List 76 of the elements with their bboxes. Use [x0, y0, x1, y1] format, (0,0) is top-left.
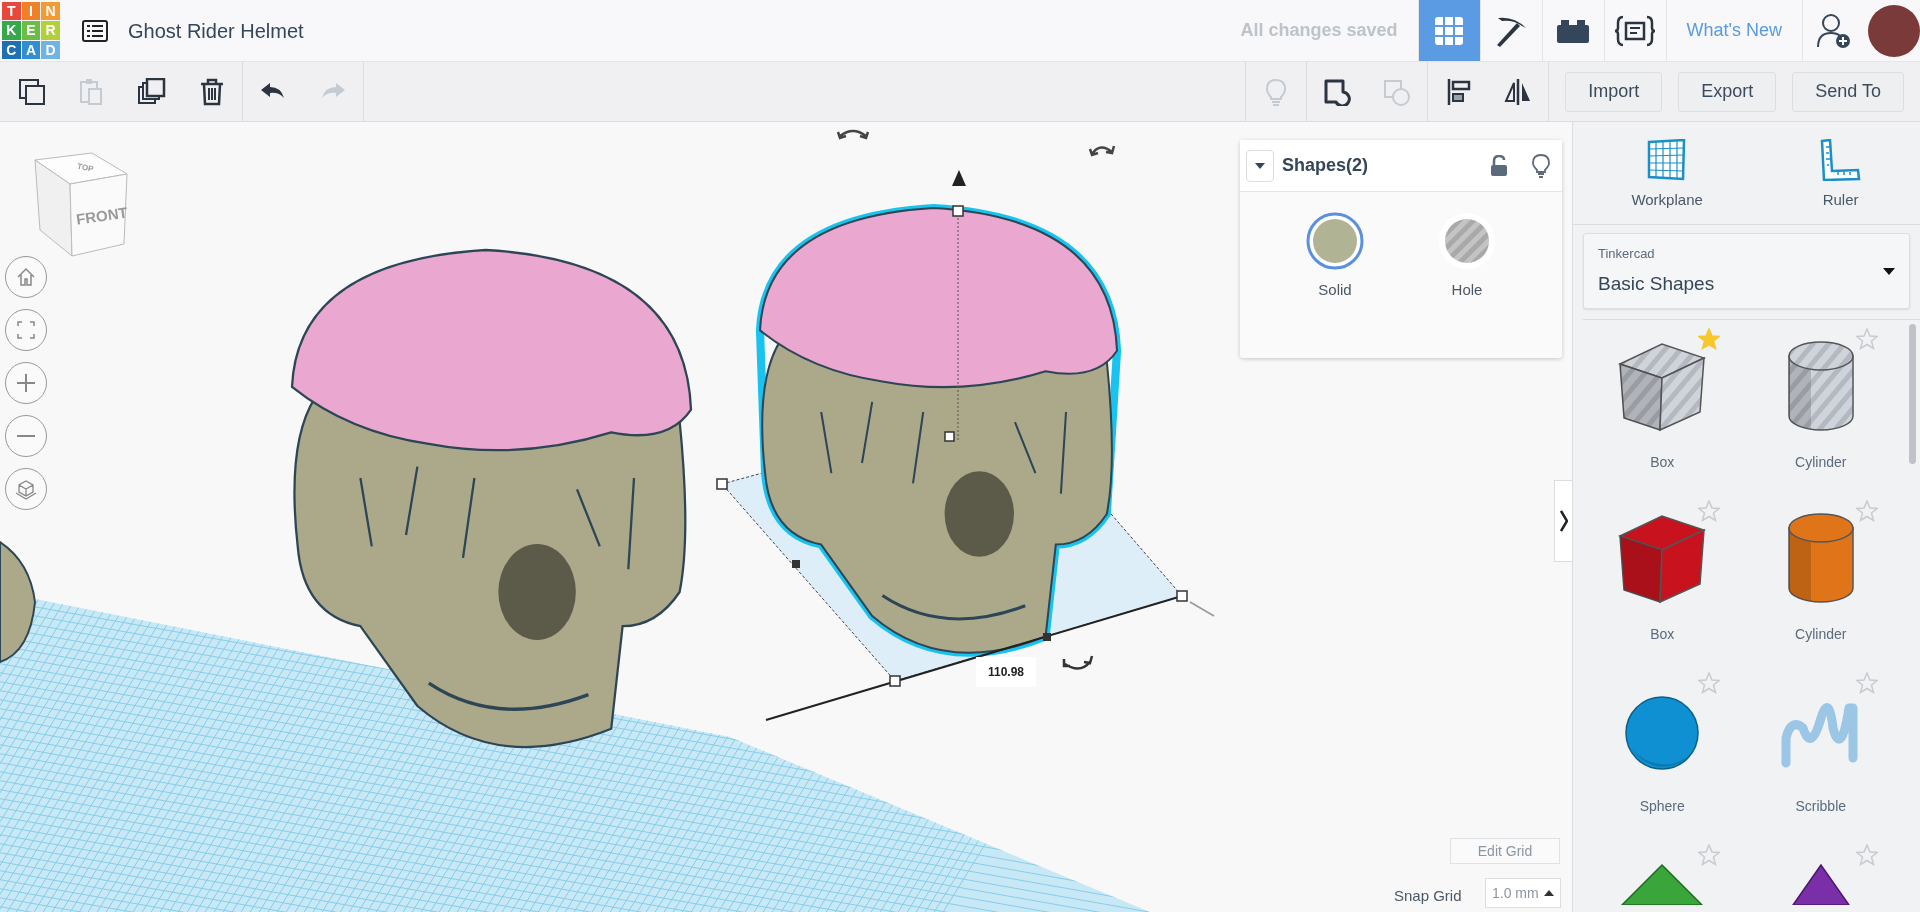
logo-letter: C — [2, 40, 21, 60]
height-handle-icon[interactable] — [952, 170, 966, 186]
import-button[interactable]: Import — [1565, 71, 1663, 112]
resize-handle[interactable] — [1176, 590, 1188, 602]
zoom-in-icon[interactable] — [15, 372, 37, 394]
favorite-star-icon[interactable] — [1697, 499, 1720, 522]
logo-letter: E — [21, 21, 41, 40]
save-status: All changes saved — [1240, 19, 1398, 42]
favorite-star-icon[interactable] — [1856, 327, 1878, 350]
ruler-icon[interactable] — [1819, 139, 1862, 182]
lightbulb-icon[interactable] — [1532, 153, 1550, 178]
brick-icon[interactable] — [1556, 17, 1591, 44]
rotate-handle-icon[interactable] — [1088, 144, 1116, 157]
skull-drawing[interactable] — [755, 203, 1122, 657]
dimension-value[interactable]: 110.98 — [976, 657, 1037, 687]
shape-label: Scribble — [1795, 797, 1847, 816]
design-title[interactable]: Ghost Rider Helmet — [128, 15, 304, 46]
favorite-star-icon[interactable] — [1856, 499, 1878, 522]
add-user-icon[interactable] — [1816, 12, 1851, 49]
logo-letter: T — [2, 1, 21, 21]
shape-label: Cylinder — [1795, 625, 1847, 644]
shape-label: Box — [1650, 625, 1675, 644]
skull-drawing[interactable] — [0, 541, 36, 663]
library-dropdown[interactable]: Tinkercad Basic Shapes — [1583, 233, 1910, 309]
group-icon[interactable] — [1323, 77, 1352, 106]
logo-letter: R — [41, 21, 60, 40]
rotate-handle-icon[interactable] — [1062, 654, 1094, 670]
logo-letter: A — [21, 40, 41, 60]
tool-label: Workplane — [1631, 190, 1703, 211]
mirror-icon[interactable] — [1504, 77, 1533, 106]
favorite-star-icon[interactable] — [1697, 671, 1720, 694]
export-button[interactable]: Export — [1678, 71, 1777, 112]
menu-icon[interactable] — [82, 19, 108, 42]
logo-letter: K — [2, 21, 21, 40]
resize-handle[interactable] — [1043, 633, 1051, 641]
logo[interactable]: T I N K E R C A D — [2, 1, 60, 60]
resize-handle[interactable] — [716, 478, 728, 490]
delete-icon[interactable] — [198, 77, 226, 106]
skull-drawing[interactable] — [290, 248, 693, 749]
caret-icon — [1883, 267, 1895, 275]
caret-icon — [1544, 890, 1554, 896]
resize-handle[interactable] — [952, 205, 964, 217]
code-braces-icon[interactable] — [1615, 14, 1656, 47]
resize-handle[interactable] — [944, 431, 955, 442]
resize-handle[interactable] — [889, 675, 901, 687]
shape-label: Box — [1650, 453, 1675, 472]
solid-color-swatch[interactable] — [1305, 211, 1365, 271]
option-label: Solid — [1318, 280, 1352, 300]
tool-label: Ruler — [1822, 190, 1859, 211]
favorite-star-icon[interactable] — [1697, 327, 1720, 350]
home-icon[interactable] — [15, 266, 37, 288]
avatar[interactable] — [1868, 4, 1920, 57]
resize-handle[interactable] — [792, 560, 800, 568]
favorite-star-icon[interactable] — [1697, 843, 1720, 866]
grid-view-icon[interactable] — [1434, 15, 1465, 46]
inspector-title: Shapes(2) — [1282, 154, 1369, 177]
shape-label: Cylinder — [1795, 453, 1847, 472]
chevron-right-icon[interactable] — [1559, 510, 1568, 532]
favorite-star-icon[interactable] — [1856, 843, 1878, 866]
rotate-handle-icon[interactable] — [836, 129, 870, 140]
axis-line — [1189, 601, 1215, 617]
library-provider: Tinkercad — [1598, 245, 1656, 263]
logo-letter: D — [41, 40, 60, 60]
caret-icon[interactable] — [1255, 162, 1265, 169]
scrollbar[interactable] — [1909, 324, 1916, 464]
library-category: Basic Shapes — [1598, 271, 1716, 296]
copy-icon[interactable] — [18, 77, 46, 106]
snap-grid-label: Snap Grid — [1394, 886, 1462, 906]
favorite-star-icon[interactable] — [1856, 671, 1878, 694]
shape-label: Sphere — [1639, 797, 1685, 816]
duplicate-icon[interactable] — [138, 77, 166, 106]
send-to-button[interactable]: Send To — [1792, 71, 1904, 112]
option-label: Hole — [1451, 280, 1483, 300]
perspective-icon[interactable] — [15, 478, 37, 500]
logo-letter: I — [21, 1, 41, 21]
logo-letter: N — [41, 1, 60, 21]
